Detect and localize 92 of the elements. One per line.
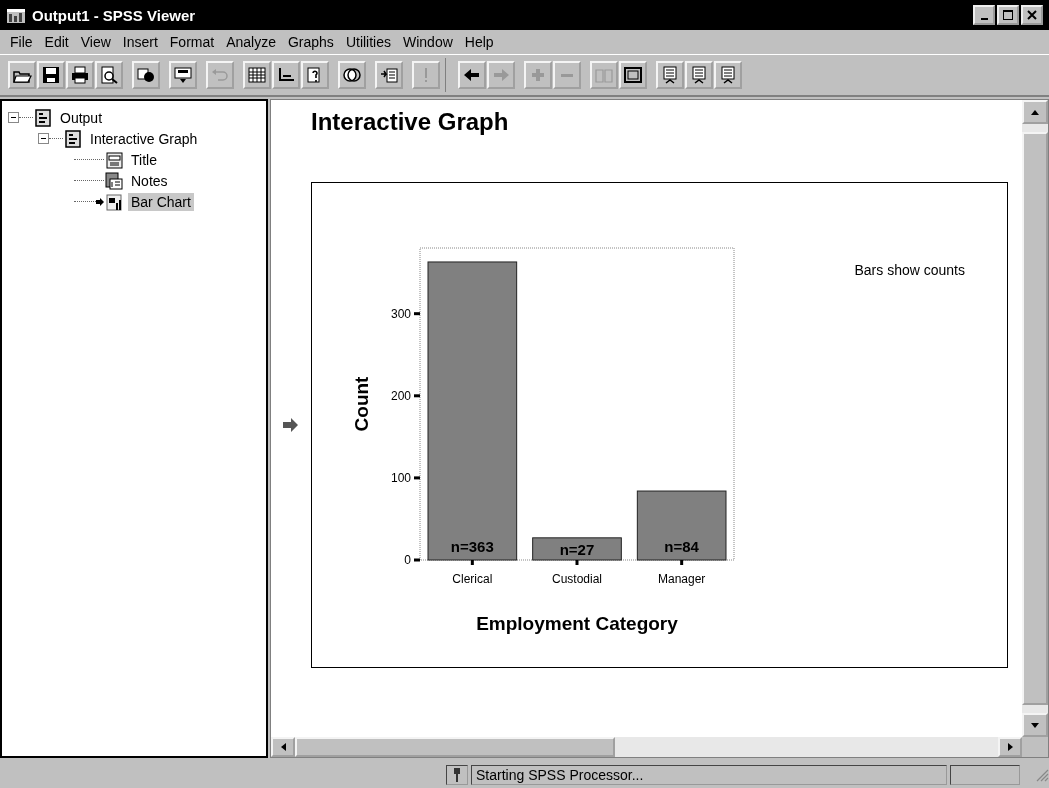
minimize-icon (980, 18, 988, 20)
toolbar-button[interactable] (619, 61, 647, 89)
right-arrow-icon (1007, 743, 1013, 751)
close-icon (1027, 10, 1037, 20)
toolbar-button[interactable] (8, 61, 36, 89)
menu-item[interactable]: Help (458, 34, 500, 50)
tick-mark (575, 560, 579, 565)
app-icon (6, 6, 26, 24)
outline-item[interactable]: Interactive Graph (87, 129, 201, 148)
maximize-icon (1003, 10, 1013, 20)
toolbar-button[interactable] (656, 61, 684, 89)
chart-icon (104, 191, 124, 212)
down-arrow-icon (1031, 722, 1039, 728)
arrow-icon (283, 418, 299, 432)
minimize-button[interactable] (973, 5, 995, 25)
category-label: Manager (658, 572, 706, 586)
scroll-left-button[interactable] (271, 737, 295, 757)
menu-item[interactable]: Insert (116, 34, 164, 50)
status-panel (950, 765, 1020, 785)
scroll-thumb[interactable] (295, 737, 615, 757)
menu-item[interactable]: Edit (38, 34, 75, 50)
tick-label: 300 (390, 306, 411, 321)
chart-note: Bars show counts (854, 262, 965, 278)
tick-label: 0 (404, 553, 411, 567)
value-label: n=27 (559, 540, 595, 558)
collapse-icon[interactable] (38, 133, 49, 144)
axis-title: Employment Category (476, 613, 678, 634)
tick-mark (414, 394, 420, 398)
outline-item[interactable]: Output (57, 108, 106, 127)
undo-icon (210, 66, 230, 84)
book-icon (63, 128, 83, 149)
menu-item[interactable]: File (4, 34, 39, 50)
scroll-right-button[interactable] (998, 737, 1022, 757)
value-label: n=84 (664, 538, 699, 555)
maximize-button[interactable] (997, 5, 1019, 25)
arrow-icon (96, 197, 104, 206)
status-message: Starting SPSS Processor... (471, 765, 947, 785)
menu-item[interactable]: Analyze (220, 34, 282, 50)
close-button[interactable] (1021, 5, 1043, 25)
outline-item[interactable]: Title (128, 150, 160, 169)
output-heading: Interactive Graph (311, 108, 510, 136)
outline-item[interactable]: Bar Chart (128, 192, 194, 211)
toolbar-button[interactable] (95, 61, 123, 89)
plus-icon (532, 69, 544, 81)
scroll-down-button[interactable] (1022, 713, 1048, 737)
axis-title: Count (351, 376, 372, 432)
plug-icon (453, 767, 461, 783)
left-arrow-icon (280, 743, 286, 751)
book-icon (33, 107, 53, 128)
up-arrow-icon (1031, 109, 1039, 115)
toolbar-button[interactable] (66, 61, 94, 89)
toolbar-button[interactable] (132, 61, 160, 89)
tick-mark (414, 558, 420, 562)
window-title: Output1 - SPSS Viewer (32, 6, 197, 24)
toolbar-button[interactable] (714, 61, 742, 89)
tick-label: 100 (390, 470, 411, 485)
toolbar-button[interactable] (169, 61, 197, 89)
printer-icon (70, 66, 90, 84)
horizontal-scrollbar[interactable] (271, 737, 1048, 757)
tick-mark (680, 560, 684, 565)
tick-mark (470, 560, 474, 565)
minus-icon (561, 73, 573, 77)
tick-mark (414, 312, 420, 316)
menu-item[interactable]: Utilities (339, 34, 397, 50)
toolbar-button[interactable] (458, 61, 486, 89)
toolbar-button[interactable] (338, 61, 366, 89)
toolbar-button[interactable] (375, 61, 403, 89)
magnifier-icon (99, 66, 119, 84)
collapse-icon[interactable] (8, 112, 19, 123)
frame-icon (623, 66, 643, 84)
book-icon (594, 66, 614, 84)
toolbar-button[interactable] (37, 61, 65, 89)
menu-item[interactable]: Window (397, 34, 459, 50)
toolbar-button[interactable] (301, 61, 329, 89)
grid-icon (247, 66, 267, 84)
tick-mark (414, 476, 420, 480)
category-label: Custodial (552, 572, 602, 586)
left-arrow-icon (462, 66, 482, 84)
right-arrow-icon (491, 66, 511, 84)
toolbar-button[interactable] (243, 61, 271, 89)
exclamation-icon (424, 67, 428, 83)
menu-item[interactable]: View (74, 34, 117, 50)
resize-grip-icon[interactable] (1035, 768, 1049, 782)
category-label: Clerical (452, 572, 493, 586)
tick-label: 200 (390, 388, 411, 403)
toolbar-button[interactable] (685, 61, 713, 89)
menu-item[interactable]: Format (163, 34, 221, 50)
toolbar-button[interactable] (272, 61, 300, 89)
scroll-up-button[interactable] (1022, 100, 1048, 124)
value-label: n=363 (450, 538, 494, 555)
menu-item[interactable]: Graphs (281, 34, 340, 50)
outline-item[interactable]: Notes (128, 171, 171, 190)
